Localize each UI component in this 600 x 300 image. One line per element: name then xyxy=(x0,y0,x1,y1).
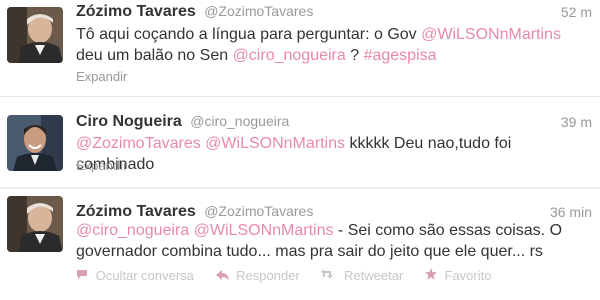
reply-arrow-icon xyxy=(215,268,233,283)
tweet[interactable]: Zózimo Tavares @ZozimoTavares 36 min @ci… xyxy=(0,189,600,300)
expand-link[interactable]: Expandir xyxy=(76,69,127,84)
avatar[interactable] xyxy=(7,196,63,252)
timestamp[interactable]: 39 m xyxy=(561,114,592,130)
retweet-icon xyxy=(321,268,340,283)
hashtag-link[interactable]: #agespisa xyxy=(364,47,437,64)
retweet-button[interactable]: Retweetar xyxy=(321,268,403,283)
text-segment: Tô aqui coçando a língua para perguntar:… xyxy=(76,26,422,43)
timestamp[interactable]: 36 min xyxy=(550,204,592,220)
text-segment: deu um balão no Sen xyxy=(76,47,233,64)
mention-link[interactable]: @WiLSONnMartins xyxy=(421,26,561,43)
username[interactable]: @ZozimoTavares xyxy=(204,3,313,19)
action-label: Responder xyxy=(236,268,300,283)
expand-link[interactable]: Expandir xyxy=(76,158,127,173)
tweet-text: @ZozimoTavares @WiLSONnMartins kkkkk Deu… xyxy=(76,133,588,175)
tweet-actions: Ocultar conversa Responder Retweetar Fav… xyxy=(76,268,509,283)
action-label: Ocultar conversa xyxy=(95,268,194,283)
mention-link[interactable]: @WiLSONnMartins xyxy=(194,222,334,239)
timestamp[interactable]: 52 m xyxy=(561,4,592,20)
mention-link[interactable]: @ciro_nogueira xyxy=(76,222,189,239)
mention-link[interactable]: @ciro_nogueira xyxy=(233,47,346,64)
username[interactable]: @ZozimoTavares xyxy=(204,203,313,219)
action-label: Retweetar xyxy=(344,268,404,283)
text-segment: ? xyxy=(345,47,364,64)
tweet-text: Tô aqui coçando a língua para perguntar:… xyxy=(76,24,588,66)
star-icon xyxy=(424,268,441,283)
avatar[interactable] xyxy=(7,7,63,63)
tweet[interactable]: Zózimo Tavares @ZozimoTavares 52 m Tô aq… xyxy=(0,0,600,96)
mention-link[interactable]: @WiLSONnMartins xyxy=(205,135,345,152)
tweet[interactable]: Ciro Nogueira @ciro_nogueira 39 m @Zozim… xyxy=(0,97,600,187)
hide-conversation-button[interactable]: Ocultar conversa xyxy=(76,268,194,283)
mention-link[interactable]: @ZozimoTavares xyxy=(76,135,201,152)
fullname[interactable]: Zózimo Tavares xyxy=(76,3,196,20)
tweet-header: Zózimo Tavares @ZozimoTavares 52 m xyxy=(76,3,592,23)
fullname[interactable]: Ciro Nogueira xyxy=(76,113,182,130)
favorite-button[interactable]: Favorito xyxy=(424,268,492,283)
fullname[interactable]: Zózimo Tavares xyxy=(76,203,196,220)
tweet-header: Ciro Nogueira @ciro_nogueira 39 m xyxy=(76,113,592,133)
speech-bubble-icon xyxy=(76,268,92,283)
tweet-text: @ciro_nogueira @WiLSONnMartins - Sei com… xyxy=(76,220,588,262)
reply-button[interactable]: Responder xyxy=(215,268,300,283)
avatar[interactable] xyxy=(7,115,63,171)
action-label: Favorito xyxy=(444,268,492,283)
username[interactable]: @ciro_nogueira xyxy=(190,113,289,129)
